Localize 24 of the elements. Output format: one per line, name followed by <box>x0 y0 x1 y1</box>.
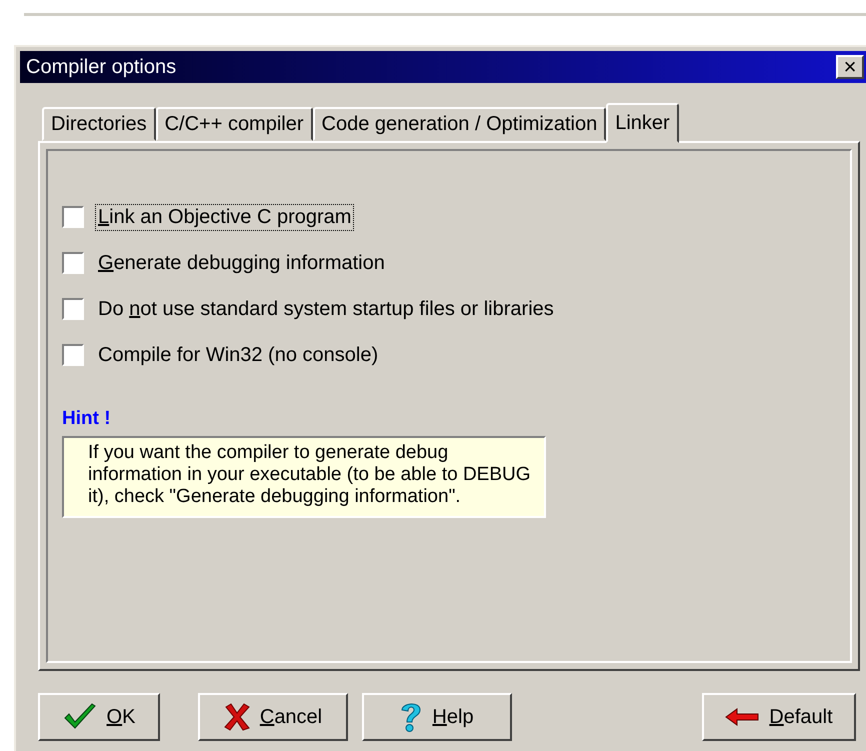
left-arrow-icon <box>725 708 760 726</box>
checkbox[interactable] <box>62 252 84 274</box>
window-title: Compiler options <box>26 56 176 78</box>
default-button[interactable]: Default <box>702 693 856 741</box>
checkbox[interactable] <box>62 298 84 320</box>
checkbox-label[interactable]: Link an Objective C program <box>96 204 354 230</box>
tab[interactable]: Code generation / Optimization <box>312 107 606 141</box>
checkbox-label[interactable]: Compile for Win32 (no console) <box>96 342 380 368</box>
ok-button[interactable]: OK <box>38 693 160 741</box>
checkmark-icon <box>62 703 97 731</box>
checkbox-label[interactable]: Generate debugging information <box>96 250 387 276</box>
tab[interactable]: Linker <box>606 103 679 143</box>
checkbox-label[interactable]: Do not use standard system startup files or libraries <box>96 296 556 322</box>
hint-title: Hint ! <box>62 408 112 430</box>
close-button[interactable]: × <box>836 55 864 79</box>
close-icon <box>224 703 250 731</box>
question-mark-icon <box>400 701 422 733</box>
cancel-button[interactable]: Cancel <box>198 693 348 741</box>
tab[interactable]: C/C++ compiler <box>156 107 313 141</box>
checkbox[interactable] <box>62 206 84 228</box>
help-button[interactable]: Help <box>362 693 512 741</box>
tab[interactable]: Directories <box>42 107 156 141</box>
checkbox[interactable] <box>62 344 84 366</box>
hint-text: If you want the compiler to generate debug information in your executable (to be able to DEBUG it), check "Generate debugging information". <box>62 436 546 518</box>
